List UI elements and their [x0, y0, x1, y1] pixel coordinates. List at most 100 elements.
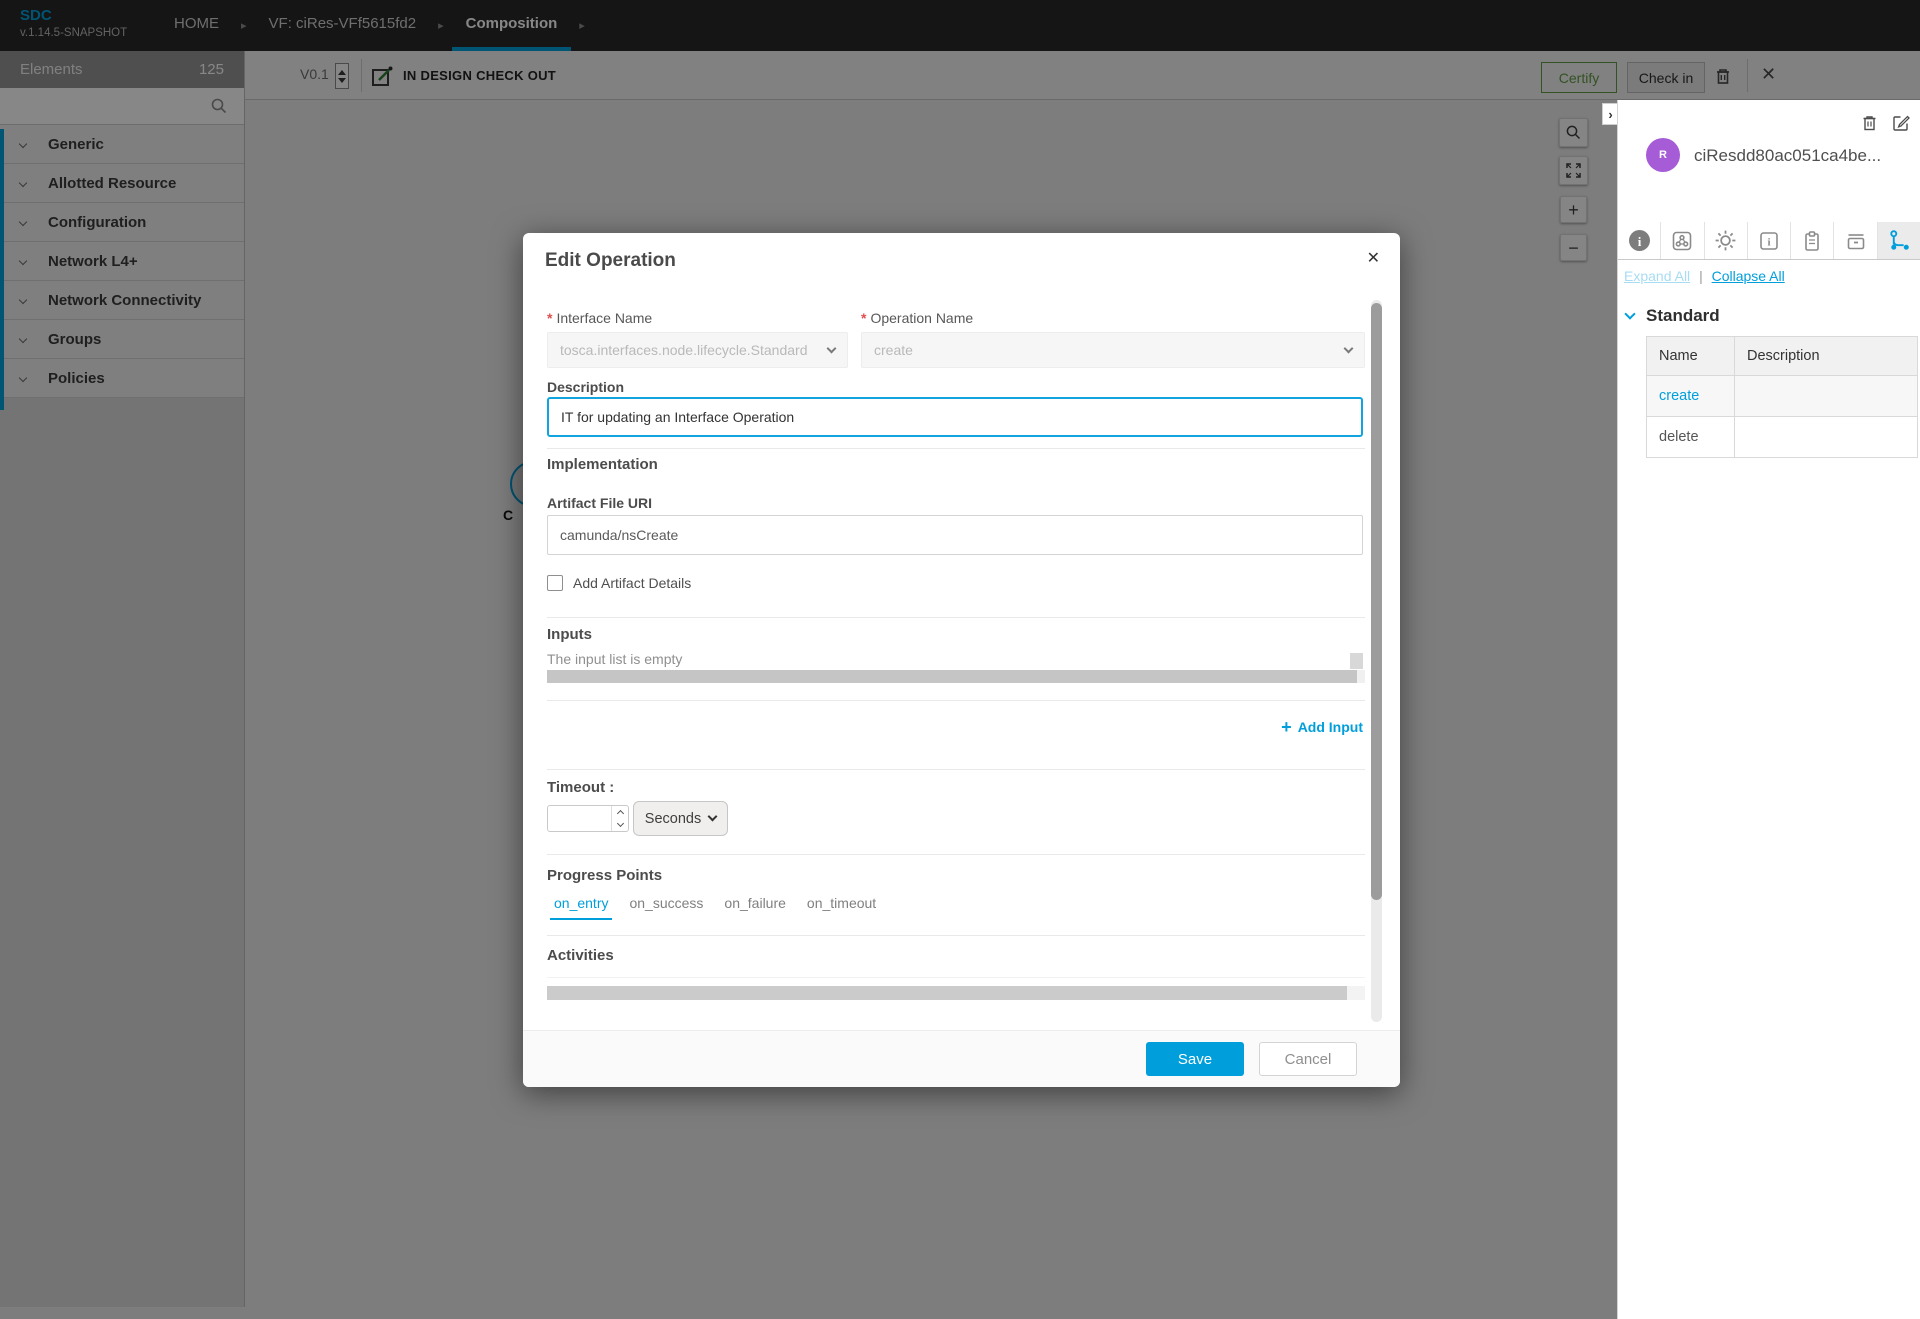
timeout-label: Timeout :: [547, 779, 614, 796]
timeout-stepper: [611, 806, 628, 831]
required-mark: *: [861, 310, 866, 326]
column-header-description: Description: [1735, 337, 1918, 376]
divider: [547, 935, 1365, 936]
description-label: Description: [547, 379, 624, 395]
checkbox-unchecked-icon[interactable]: [547, 575, 563, 591]
tab-on-timeout[interactable]: on_timeout: [803, 895, 880, 920]
link-separator: |: [1699, 268, 1703, 284]
stepper-down-icon[interactable]: [612, 819, 628, 832]
save-button[interactable]: Save: [1146, 1042, 1244, 1076]
timeout-unit-value: Seconds: [645, 811, 701, 827]
close-icon[interactable]: ✕: [1367, 248, 1380, 268]
edit-operation-modal: Edit Operation ✕ *Interface Name *Operat…: [523, 233, 1400, 1087]
table-row[interactable]: delete: [1647, 417, 1918, 458]
expand-all-link[interactable]: Expand All: [1624, 268, 1690, 284]
timeout-number-input[interactable]: [547, 805, 629, 832]
panel-collapse-button[interactable]: ›: [1602, 103, 1618, 125]
info-circle-icon: i: [1627, 228, 1652, 253]
inputs-hscrollbar-thumb[interactable]: [547, 670, 1357, 683]
avatar: R: [1646, 138, 1680, 172]
label-text: Interface Name: [556, 310, 652, 326]
activities-hscrollbar-thumb[interactable]: [547, 986, 1347, 1000]
tab-on-failure[interactable]: on_failure: [720, 895, 790, 920]
description-value: IT for updating an Interface Operation: [561, 409, 794, 425]
divider: [547, 854, 1365, 855]
panel-tabs: i i: [1618, 222, 1920, 260]
tab-operations[interactable]: [1878, 222, 1920, 259]
chevron-down-icon: [1624, 308, 1635, 319]
tab-general-info[interactable]: i: [1618, 222, 1661, 259]
chevron-down-icon: [1344, 343, 1354, 353]
operation-description-cell: [1735, 376, 1918, 417]
modal-footer: Save Cancel: [523, 1030, 1400, 1087]
inputs-title: Inputs: [547, 626, 592, 643]
operation-name-select[interactable]: create: [861, 332, 1365, 368]
column-header-name: Name: [1647, 337, 1735, 376]
chevron-right-icon: ›: [1608, 107, 1612, 122]
clipboard-icon: [1800, 229, 1824, 253]
artifact-uri-value: camunda/nsCreate: [560, 527, 678, 543]
inputs-vscroll-stub: [1350, 653, 1363, 669]
operation-name-cell[interactable]: delete: [1647, 417, 1735, 458]
interface-name-label: *Interface Name: [547, 310, 652, 326]
interface-name-select[interactable]: tosca.interfaces.node.lifecycle.Standard: [547, 332, 848, 368]
tab-on-entry[interactable]: on_entry: [550, 895, 612, 920]
archive-icon: [1844, 229, 1868, 253]
inputs-hscrollbar[interactable]: [547, 670, 1365, 683]
modal-scrollbar-thumb[interactable]: [1371, 303, 1382, 900]
edit-icon[interactable]: [1892, 114, 1910, 137]
artifact-uri-label: Artifact File URI: [547, 495, 652, 511]
divider: [547, 977, 1365, 978]
divider: [547, 769, 1365, 770]
divider: [547, 617, 1365, 618]
chevron-down-icon: [827, 343, 837, 353]
section-title: Standard: [1646, 306, 1720, 326]
operations-hierarchy-icon: [1887, 228, 1912, 253]
operations-table: Name Description create delete: [1646, 336, 1918, 458]
modal-scrollbar[interactable]: [1371, 300, 1382, 1022]
label-text: Operation Name: [870, 310, 973, 326]
component-title: ciResdd80ac051ca4be...: [1694, 146, 1881, 166]
cancel-button[interactable]: Cancel: [1259, 1042, 1357, 1076]
tab-information-artifacts[interactable]: i: [1748, 222, 1791, 259]
add-input-label: Add Input: [1298, 719, 1363, 735]
tab-on-success[interactable]: on_success: [625, 895, 707, 920]
activities-hscrollbar[interactable]: [547, 986, 1365, 1000]
tab-tosca-artifacts[interactable]: [1834, 222, 1877, 259]
operation-name-cell[interactable]: create: [1647, 376, 1735, 417]
sdc-workspace: SDC v.1.14.5-SNAPSHOT HOME ▸ VF: ciRes-V…: [0, 0, 1920, 1319]
tab-properties[interactable]: [1705, 222, 1748, 259]
composition-icon: [1670, 229, 1694, 253]
info-square-icon: i: [1757, 229, 1781, 253]
select-value: tosca.interfaces.node.lifecycle.Standard: [560, 342, 807, 358]
inputs-empty-message: The input list is empty: [547, 651, 682, 667]
tree-controls: Expand All | Collapse All: [1624, 268, 1785, 284]
svg-text:i: i: [1637, 234, 1641, 249]
table-row[interactable]: create: [1647, 376, 1918, 417]
timeout-unit-select[interactable]: Seconds: [633, 801, 728, 836]
implementation-title: Implementation: [547, 456, 658, 473]
description-textarea[interactable]: IT for updating an Interface Operation: [547, 397, 1363, 437]
required-mark: *: [547, 310, 552, 326]
add-input-button[interactable]: + Add Input: [1281, 718, 1363, 736]
collapse-all-link[interactable]: Collapse All: [1712, 268, 1785, 284]
operation-description-cell: [1735, 417, 1918, 458]
operation-name-label: *Operation Name: [861, 310, 973, 326]
tab-deployment-artifacts[interactable]: [1791, 222, 1834, 259]
plus-icon: +: [1281, 718, 1292, 736]
panel-actions: [1861, 114, 1910, 137]
divider: [547, 700, 1365, 701]
chevron-down-icon: [708, 812, 718, 822]
detail-panel: R ciResdd80ac051ca4be... i i: [1617, 100, 1920, 1319]
stepper-up-icon[interactable]: [612, 806, 628, 819]
checkbox-label: Add Artifact Details: [573, 575, 691, 591]
add-artifact-details-checkbox-row[interactable]: Add Artifact Details: [547, 575, 691, 591]
svg-text:i: i: [1767, 236, 1770, 248]
artifact-uri-input[interactable]: camunda/nsCreate: [547, 515, 1363, 555]
tab-composition[interactable]: [1661, 222, 1704, 259]
standard-section-header[interactable]: Standard: [1626, 306, 1720, 326]
modal-content: *Interface Name *Operation Name tosca.in…: [547, 233, 1365, 1030]
table-header-row: Name Description: [1647, 337, 1918, 376]
delete-icon[interactable]: [1861, 114, 1878, 137]
divider: [547, 448, 1365, 449]
